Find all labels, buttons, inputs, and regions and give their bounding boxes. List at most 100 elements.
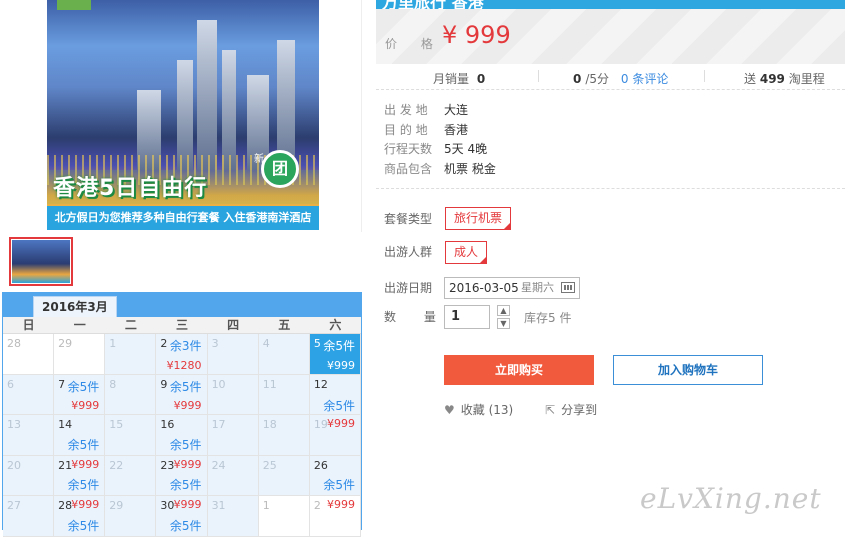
stock-text: 库存5 件: [524, 311, 572, 325]
group-badge: 团: [261, 150, 299, 188]
attribute-row: 出 发 地 大连: [384, 101, 496, 121]
divider: [376, 188, 845, 189]
product-attributes: 出 发 地 大连目 的 地 香港 行程天数 5天 4晚 商品包含 机票 税金: [384, 101, 496, 179]
attribute-value: 机票 税金: [444, 161, 496, 176]
rating: 0/5分 0 条评论: [573, 72, 669, 86]
calendar-day[interactable]: 14 余5件: [54, 415, 106, 456]
calendar-day[interactable]: 28 余5件 ¥999: [54, 496, 106, 537]
day-stock: 余5件: [169, 379, 202, 394]
day-price: ¥999: [173, 498, 202, 512]
date-label: 出游日期: [384, 281, 433, 295]
day-price: ¥1280: [166, 358, 202, 372]
quantity-down-icon[interactable]: ▼: [497, 318, 510, 329]
calendar-day[interactable]: 2 余3件 ¥1280: [156, 334, 208, 375]
calendar-day: 31: [207, 496, 259, 537]
weekday-header: 一: [73, 318, 86, 332]
calendar-day[interactable]: 2 ¥999: [309, 496, 361, 537]
calendar-day[interactable]: 16 余5件: [156, 415, 208, 456]
calendar-day: 1: [105, 334, 157, 375]
quantity-input[interactable]: 1: [444, 305, 490, 329]
quantity-label: 数 量: [384, 310, 448, 324]
day-number: 6: [7, 377, 14, 391]
day-number: 27: [7, 499, 21, 513]
product-main-image: 香港5日自由行 新 团 北方假日为您推荐多种自由行套餐 入住香港南洋酒店: [2, 0, 362, 232]
weekday-header: 六: [329, 318, 342, 332]
day-stock: 余5件: [323, 339, 355, 353]
calendar-month-tab[interactable]: 2016年3月: [33, 296, 117, 317]
day-number: 13: [7, 418, 21, 432]
day-number: 1: [262, 499, 270, 513]
calendar-day[interactable]: 26 余5件: [309, 455, 361, 497]
day-stock: 余5件: [323, 398, 355, 413]
calendar-day[interactable]: 19 ¥999: [309, 415, 361, 456]
heart-icon: ♥: [444, 403, 455, 417]
day-stock: 余5件: [169, 478, 202, 493]
package-type-label: 套餐类型: [384, 212, 433, 226]
day-price: ¥999: [326, 498, 355, 512]
calendar-day: 11: [258, 374, 310, 416]
favorite-button[interactable]: ♥ 收藏 (13): [444, 401, 513, 418]
day-number: 17: [211, 418, 226, 432]
sales-stats: 月销量 0 0/5分 0 条评论 送 499 淘里程: [376, 64, 845, 90]
date-value: 2016-03-05: [449, 281, 519, 295]
day-price: ¥999: [71, 457, 100, 471]
share-icon: ⇱: [545, 403, 556, 417]
day-number: 31: [211, 499, 226, 513]
day-stock: 余3件: [169, 339, 202, 353]
day-stock: 余5件: [67, 518, 100, 533]
attribute-label: 行程天数: [384, 142, 433, 156]
calendar-day[interactable]: 12 余5件: [309, 374, 361, 416]
day-number: 30: [160, 499, 175, 513]
attribute-row: 目 的 地 香港: [384, 121, 496, 141]
day-number: 28: [58, 499, 73, 513]
price-value: ¥ 999: [442, 21, 511, 49]
image-thumbnail[interactable]: [9, 237, 73, 286]
share-button[interactable]: ⇱ 分享到: [545, 401, 597, 418]
day-price: ¥999: [71, 498, 100, 512]
watermark: eLvXing.net: [640, 482, 822, 515]
day-number: 18: [262, 418, 277, 432]
calendar-day: 18: [258, 415, 310, 456]
calendar-day[interactable]: 23 余5件 ¥999: [156, 455, 208, 497]
day-number: 19: [313, 418, 328, 432]
attribute-row: 商品包含 机票 税金: [384, 160, 496, 180]
attribute-value: 香港: [444, 122, 469, 137]
calendar-day: 20: [3, 455, 55, 497]
review-count-link[interactable]: 0 条评论: [621, 72, 668, 86]
image-strip-text: 北方假日为您推荐多种自由行套餐 入住香港南洋酒店: [47, 206, 319, 230]
buy-now-button[interactable]: 立即购买: [444, 355, 594, 385]
calendar-day[interactable]: 9 余5件 ¥999: [156, 374, 208, 416]
day-number: 2: [160, 337, 168, 350]
calendar-day[interactable]: 21 余5件 ¥999: [54, 455, 106, 497]
calendar-day: 6: [3, 374, 55, 416]
day-price: ¥999: [326, 417, 355, 431]
date-input[interactable]: 2016-03-05 星期六: [444, 277, 580, 299]
attribute-label: 目 的 地: [384, 122, 428, 137]
package-type-option[interactable]: 旅行机票: [445, 207, 512, 230]
weekday-header: 三: [175, 318, 188, 332]
attribute-value: 5天 4晚: [444, 142, 488, 156]
calendar-day: 29: [54, 334, 106, 375]
attribute-row: 行程天数 5天 4晚: [384, 140, 496, 160]
hong-kong-photo: 香港5日自由行 新 团 北方假日为您推荐多种自由行套餐 入住香港南洋酒店: [47, 0, 319, 230]
attribute-label: 出 发 地: [384, 103, 428, 117]
calendar-day: 1: [258, 496, 310, 537]
calendar-icon[interactable]: [561, 282, 575, 293]
travelers-option[interactable]: 成人: [445, 241, 488, 264]
weekday-header: 五: [278, 318, 291, 332]
day-number: 1: [109, 337, 117, 350]
monthly-sales: 月销量 0: [433, 72, 486, 86]
calendar-day[interactable]: 30 余5件 ¥999: [156, 496, 208, 537]
calendar-day: 22: [105, 455, 157, 497]
day-stock: 余5件: [169, 518, 202, 533]
date-weekday: 星期六: [521, 281, 554, 294]
add-to-cart-button[interactable]: 加入购物车: [613, 355, 763, 385]
calendar-day[interactable]: 7 余5件 ¥999: [54, 374, 106, 416]
day-number: 16: [160, 418, 175, 432]
travelers-label: 出游人群: [384, 245, 433, 259]
attribute-label: 商品包含: [384, 161, 433, 176]
day-number: 14: [58, 418, 73, 432]
calendar-day: 25: [258, 455, 310, 497]
quantity-up-icon[interactable]: ▲: [497, 305, 510, 316]
calendar-day-selected[interactable]: 5 余5件 ¥999: [309, 334, 361, 375]
